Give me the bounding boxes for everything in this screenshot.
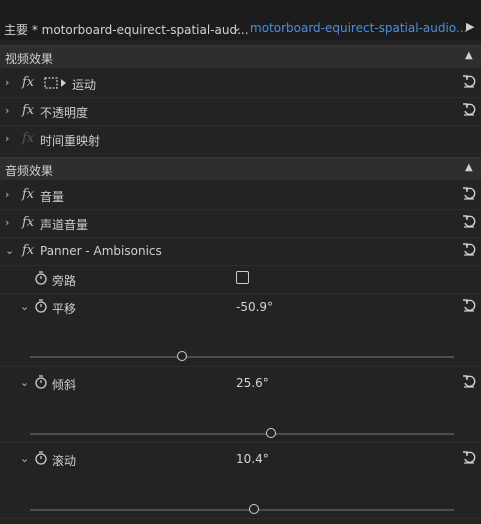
bypass-checkbox[interactable] [236, 271, 249, 284]
param-label-tilt: 倾斜 [52, 378, 77, 392]
effect-row-channel-volume[interactable]: › fx 声道音量 [0, 210, 481, 238]
pan-slider-knob[interactable] [177, 351, 188, 361]
fx-icon[interactable]: fx [22, 215, 34, 230]
collapse-up-icon[interactable]: ▲ [465, 162, 473, 173]
tab-sequence[interactable]: motorboard-equirect-spatial-audio... [250, 21, 467, 35]
fx-icon: fx [22, 131, 35, 146]
param-label-roll: 滚动 [52, 454, 77, 468]
reset-icon[interactable] [462, 298, 476, 312]
play-arrow-icon[interactable]: ▶ [466, 20, 474, 33]
effect-label-panner: Panner - Ambisonics [40, 244, 162, 258]
collapse-up-icon[interactable]: ▲ [465, 50, 473, 61]
effect-controls-tab-bar: 主要 * motorboard-equirect-spatial-aud... … [0, 0, 481, 40]
roll-slider-knob[interactable] [249, 504, 260, 514]
disclosure-down-icon[interactable]: ⌄ [20, 452, 29, 465]
effect-row-volume[interactable]: › fx 音量 [0, 182, 481, 210]
param-row-tilt: ⌄ 倾斜 25.6° [0, 370, 481, 443]
param-row-pan: ⌄ 平移 -50.9° [0, 294, 481, 367]
disclosure-right-icon[interactable]: › [5, 188, 9, 201]
fx-icon[interactable]: fx [22, 187, 34, 202]
roll-value[interactable]: 10.4° [236, 452, 269, 466]
param-row-roll: ⌄ 滚动 10.4° [0, 446, 481, 519]
stopwatch-icon[interactable] [34, 374, 48, 390]
fx-icon[interactable]: fx [22, 103, 34, 118]
stopwatch-icon[interactable] [34, 450, 48, 466]
tilt-slider-track[interactable] [30, 433, 454, 435]
effect-label-volume: 音量 [40, 190, 65, 204]
audio-effects-title: 音频效果 [5, 164, 54, 178]
audio-effects-header[interactable]: 音频效果 ▲ [0, 157, 481, 180]
reset-icon[interactable] [462, 102, 476, 116]
effect-row-time-remap[interactable]: › fx 时间重映射 [0, 126, 481, 154]
stopwatch-icon[interactable] [34, 298, 48, 314]
video-effects-header[interactable]: 视频效果 ▲ [0, 45, 481, 68]
reset-icon[interactable] [462, 74, 476, 88]
effect-row-panner-ambisonics[interactable]: ⌄ fx Panner - Ambisonics [0, 238, 481, 266]
effect-label-channel-volume: 声道音量 [40, 218, 89, 232]
effect-row-opacity[interactable]: › fx 不透明度 [0, 98, 481, 126]
chevron-down-icon[interactable]: ⌄ [232, 20, 242, 34]
reset-icon[interactable] [462, 214, 476, 228]
disclosure-right-icon[interactable]: › [5, 104, 9, 117]
effect-label-time-remap: 时间重映射 [40, 134, 101, 148]
effect-label-opacity: 不透明度 [40, 106, 89, 120]
disclosure-right-icon[interactable]: › [5, 132, 9, 145]
param-row-bypass: 旁路 [0, 266, 481, 294]
reset-icon[interactable] [462, 374, 476, 388]
tilt-slider-knob[interactable] [266, 428, 277, 438]
fx-icon[interactable]: fx [22, 75, 34, 90]
roll-slider-track[interactable] [30, 509, 454, 511]
fx-icon[interactable]: fx [22, 243, 34, 258]
param-label-bypass: 旁路 [52, 274, 77, 288]
param-label-pan: 平移 [52, 302, 77, 316]
tab-main-clip[interactable]: 主要 * motorboard-equirect-spatial-aud... [4, 21, 249, 38]
reset-icon[interactable] [462, 242, 476, 256]
stopwatch-icon[interactable] [34, 270, 48, 286]
disclosure-down-icon[interactable]: ⌄ [20, 300, 29, 313]
disclosure-right-icon[interactable]: › [5, 216, 9, 229]
effect-row-motion[interactable]: › fx 运动 [0, 70, 481, 98]
pan-value[interactable]: -50.9° [236, 300, 273, 314]
disclosure-down-icon[interactable]: ⌄ [5, 244, 14, 257]
effect-label-motion: 运动 [72, 78, 97, 92]
reset-icon[interactable] [462, 450, 476, 464]
video-effects-title: 视频效果 [5, 52, 54, 66]
disclosure-right-icon[interactable]: › [5, 76, 9, 89]
transform-icon [44, 77, 66, 89]
disclosure-down-icon[interactable]: ⌄ [20, 376, 29, 389]
pan-slider-track[interactable] [30, 356, 454, 358]
reset-icon[interactable] [462, 186, 476, 200]
tilt-value[interactable]: 25.6° [236, 376, 269, 390]
